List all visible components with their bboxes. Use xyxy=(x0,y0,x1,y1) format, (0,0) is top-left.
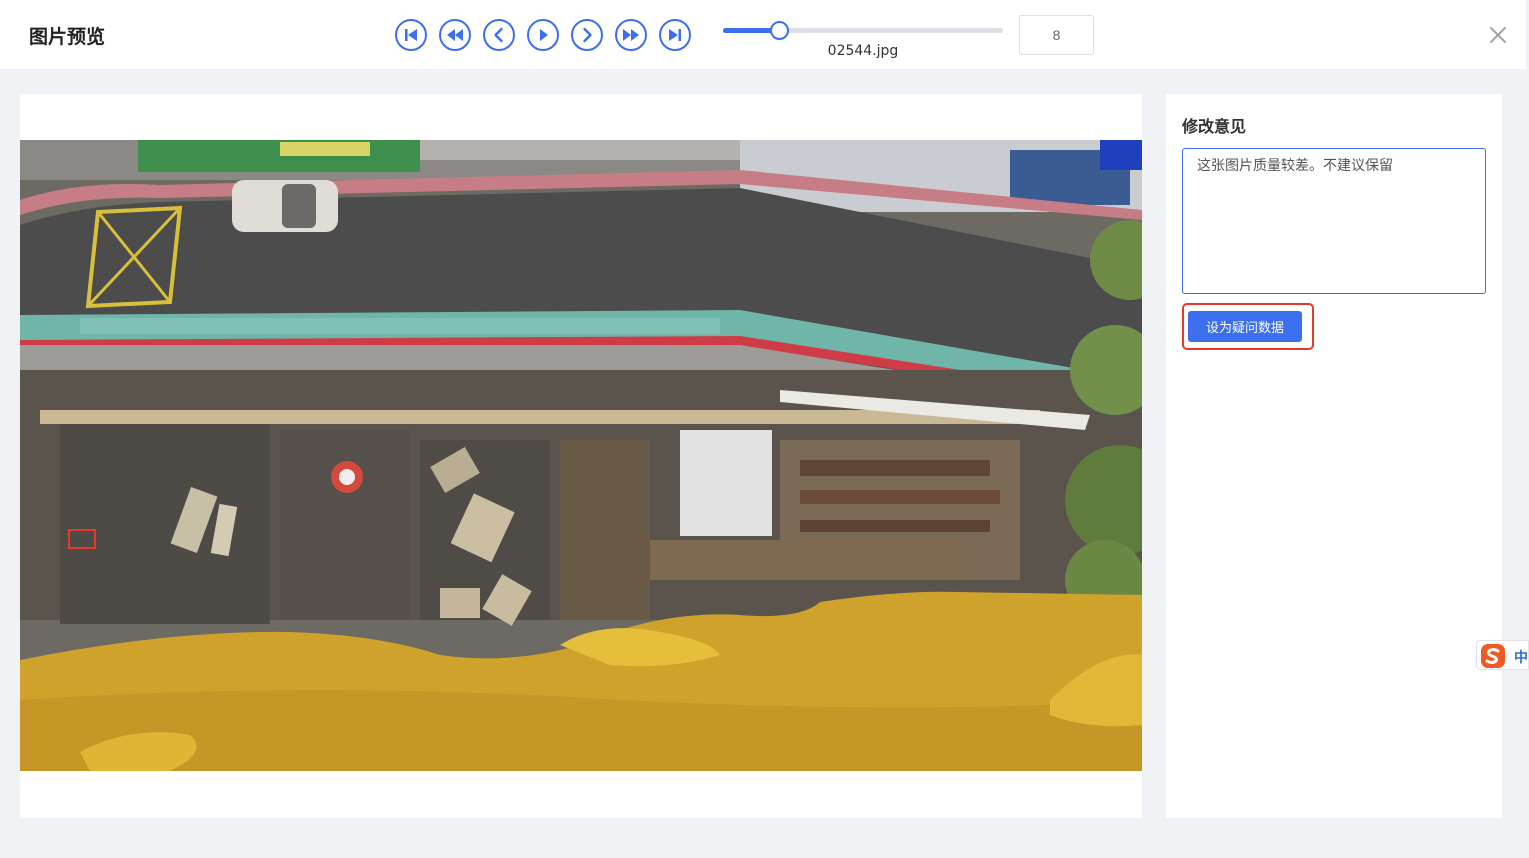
ime-mode-label: 中 xyxy=(1514,650,1528,666)
fast-forward-icon xyxy=(623,29,639,41)
sogou-s-icon xyxy=(1481,644,1505,668)
previous-button[interactable] xyxy=(483,19,515,51)
next-button[interactable] xyxy=(571,19,603,51)
skip-to-last-icon xyxy=(669,29,681,41)
comment-panel: 修改意见 这张图片质量较差。不建议保留 设为疑问数据 xyxy=(1166,94,1502,818)
close-icon xyxy=(1490,27,1506,43)
play-button[interactable] xyxy=(527,19,559,51)
preview-image xyxy=(20,140,1142,771)
play-icon xyxy=(540,29,548,41)
comment-panel-title: 修改意见 xyxy=(1182,117,1247,136)
skip-to-first-icon xyxy=(405,29,417,41)
page-title: 图片预览 xyxy=(29,26,106,48)
page-number-input[interactable] xyxy=(1019,15,1094,55)
header-bar: 图片预览 02544.jpg xyxy=(0,0,1526,69)
slider-thumb[interactable] xyxy=(770,21,789,40)
filename-label: 02544.jpg xyxy=(827,43,899,59)
chevron-left-icon xyxy=(494,27,503,43)
first-button[interactable] xyxy=(395,19,427,51)
fast-backward-icon xyxy=(447,29,463,41)
ime-widget[interactable]: 中 xyxy=(1476,640,1529,670)
mark-suspect-button[interactable]: 设为疑问数据 xyxy=(1188,311,1302,342)
image-slider[interactable] xyxy=(723,21,1003,40)
comment-textarea[interactable]: 这张图片质量较差。不建议保留 xyxy=(1182,148,1486,294)
fast-forward-button[interactable] xyxy=(615,19,647,51)
chevron-right-icon xyxy=(583,27,592,43)
close-button[interactable] xyxy=(1485,22,1511,48)
rewind-button[interactable] xyxy=(439,19,471,51)
image-preview-panel xyxy=(20,94,1142,818)
button-highlight-frame: 设为疑问数据 xyxy=(1182,303,1314,350)
last-button[interactable] xyxy=(659,19,691,51)
